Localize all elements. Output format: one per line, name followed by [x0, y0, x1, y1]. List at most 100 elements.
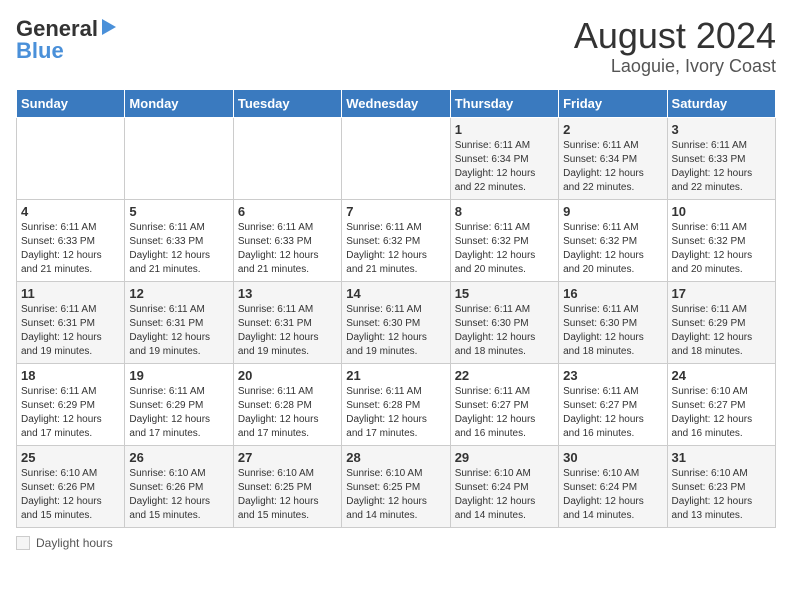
calendar-cell: 24Sunrise: 6:10 AMSunset: 6:27 PMDayligh…: [667, 363, 775, 445]
calendar-cell: 19Sunrise: 6:11 AMSunset: 6:29 PMDayligh…: [125, 363, 233, 445]
day-info: Sunrise: 6:11 AMSunset: 6:33 PMDaylight:…: [21, 221, 120, 277]
calendar-cell: 4 Sunrise: 6:11 AMSunset: 6:33 PMDaylight…: [17, 199, 125, 281]
calendar-cell: [17, 117, 125, 199]
day-info: Sunrise: 6:11 AMSunset: 6:30 PMDaylight:…: [563, 303, 662, 359]
day-info: Sunrise: 6:11 AMSunset: 6:33 PMDaylight:…: [672, 139, 771, 195]
day-number: 1: [455, 122, 554, 137]
calendar-cell: 9Sunrise: 6:11 AMSunset: 6:32 PMDaylight…: [559, 199, 667, 281]
day-number: 31: [672, 450, 771, 465]
calendar-cell: 29 Sunrise: 6:10 AMSunset: 6:24 PMDayligh…: [450, 445, 558, 527]
day-info: Sunrise: 6:11 AMSunset: 6:32 PMDaylight:…: [346, 221, 445, 277]
calendar-week-row: 25 Sunrise: 6:10 AMSunset: 6:26 PMDayligh…: [17, 445, 776, 527]
day-info: Sunrise: 6:11 AMSunset: 6:34 PMDaylight:…: [563, 139, 662, 195]
weekday-header: Sunday: [17, 89, 125, 117]
day-info: Sunrise: 6:10 AMSunset: 6:23 PMDaylight:…: [672, 467, 771, 523]
day-info: Sunrise: 6:11 AMSunset: 6:34 PMDaylight:…: [455, 139, 554, 195]
calendar-cell: 3Sunrise: 6:11 AMSunset: 6:33 PMDaylight…: [667, 117, 775, 199]
day-info: Sunrise: 6:11 AMSunset: 6:27 PMDaylight:…: [563, 385, 662, 441]
day-number: 14: [346, 286, 445, 301]
calendar-cell: 11 Sunrise: 6:11 AMSunset: 6:31 PMDayligh…: [17, 281, 125, 363]
calendar-cell: [342, 117, 450, 199]
title-block: August 2024 Laoguie, Ivory Coast: [574, 16, 776, 77]
day-number: 6: [238, 204, 337, 219]
page-subtitle: Laoguie, Ivory Coast: [574, 56, 776, 77]
day-number: 10: [672, 204, 771, 219]
day-info: Sunrise: 6:11 AMSunset: 6:32 PMDaylight:…: [455, 221, 554, 277]
day-info: Sunrise: 6:10 AMSunset: 6:26 PMDaylight:…: [21, 467, 120, 523]
day-number: 11: [21, 286, 120, 301]
day-info: Sunrise: 6:11 AMSunset: 6:28 PMDaylight:…: [346, 385, 445, 441]
day-number: 21: [346, 368, 445, 383]
day-number: 12: [129, 286, 228, 301]
calendar-cell: [125, 117, 233, 199]
day-info: Sunrise: 6:11 AMSunset: 6:31 PMDaylight:…: [21, 303, 120, 359]
calendar-cell: 27 Sunrise: 6:10 AMSunset: 6:25 PMDayligh…: [233, 445, 341, 527]
calendar-cell: 25 Sunrise: 6:10 AMSunset: 6:26 PMDayligh…: [17, 445, 125, 527]
day-number: 16: [563, 286, 662, 301]
legend-label: Daylight hours: [36, 536, 113, 550]
calendar-week-row: 1 Sunrise: 6:11 AMSunset: 6:34 PMDaylight…: [17, 117, 776, 199]
day-number: 8: [455, 204, 554, 219]
calendar-cell: 5Sunrise: 6:11 AMSunset: 6:33 PMDaylight…: [125, 199, 233, 281]
calendar-week-row: 18 Sunrise: 6:11 AMSunset: 6:29 PMDayligh…: [17, 363, 776, 445]
calendar-week-row: 4 Sunrise: 6:11 AMSunset: 6:33 PMDaylight…: [17, 199, 776, 281]
weekday-header: Tuesday: [233, 89, 341, 117]
footer-note: Daylight hours: [16, 536, 776, 550]
calendar-cell: 31 Sunrise: 6:10 AMSunset: 6:23 PMDayligh…: [667, 445, 775, 527]
day-info: Sunrise: 6:11 AMSunset: 6:33 PMDaylight:…: [129, 221, 228, 277]
day-number: 19: [129, 368, 228, 383]
day-number: 13: [238, 286, 337, 301]
day-info: Sunrise: 6:11 AMSunset: 6:31 PMDaylight:…: [238, 303, 337, 359]
calendar-cell: 14 Sunrise: 6:11 AMSunset: 6:30 PMDayligh…: [342, 281, 450, 363]
day-number: 7: [346, 204, 445, 219]
day-info: Sunrise: 6:11 AMSunset: 6:33 PMDaylight:…: [238, 221, 337, 277]
day-number: 2: [563, 122, 662, 137]
calendar-cell: 16 Sunrise: 6:11 AMSunset: 6:30 PMDayligh…: [559, 281, 667, 363]
day-info: Sunrise: 6:11 AMSunset: 6:29 PMDaylight:…: [21, 385, 120, 441]
calendar-cell: 1 Sunrise: 6:11 AMSunset: 6:34 PMDaylight…: [450, 117, 558, 199]
calendar-table: SundayMondayTuesdayWednesdayThursdayFrid…: [16, 89, 776, 528]
day-info: Sunrise: 6:11 AMSunset: 6:32 PMDaylight:…: [672, 221, 771, 277]
day-info: Sunrise: 6:11 AMSunset: 6:30 PMDaylight:…: [455, 303, 554, 359]
page-title: August 2024: [574, 16, 776, 56]
calendar-cell: 2 Sunrise: 6:11 AMSunset: 6:34 PMDaylight…: [559, 117, 667, 199]
calendar-cell: [233, 117, 341, 199]
day-info: Sunrise: 6:10 AMSunset: 6:25 PMDaylight:…: [238, 467, 337, 523]
legend-swatch: [16, 536, 30, 550]
calendar-cell: 13 Sunrise: 6:11 AMSunset: 6:31 PMDayligh…: [233, 281, 341, 363]
calendar-week-row: 11 Sunrise: 6:11 AMSunset: 6:31 PMDayligh…: [17, 281, 776, 363]
page-header: General Blue August 2024 Laoguie, Ivory …: [16, 16, 776, 77]
day-number: 25: [21, 450, 120, 465]
calendar-cell: 28Sunrise: 6:10 AMSunset: 6:25 PMDayligh…: [342, 445, 450, 527]
day-number: 15: [455, 286, 554, 301]
weekday-header: Wednesday: [342, 89, 450, 117]
day-info: Sunrise: 6:10 AMSunset: 6:24 PMDaylight:…: [455, 467, 554, 523]
calendar-cell: 10 Sunrise: 6:11 AMSunset: 6:32 PMDayligh…: [667, 199, 775, 281]
calendar-header: SundayMondayTuesdayWednesdayThursdayFrid…: [17, 89, 776, 117]
calendar-cell: 20 Sunrise: 6:11 AMSunset: 6:28 PMDayligh…: [233, 363, 341, 445]
calendar-cell: 23 Sunrise: 6:11 AMSunset: 6:27 PMDayligh…: [559, 363, 667, 445]
day-number: 23: [563, 368, 662, 383]
day-info: Sunrise: 6:11 AMSunset: 6:32 PMDaylight:…: [563, 221, 662, 277]
day-info: Sunrise: 6:11 AMSunset: 6:27 PMDaylight:…: [455, 385, 554, 441]
day-number: 24: [672, 368, 771, 383]
day-number: 17: [672, 286, 771, 301]
weekday-header: Monday: [125, 89, 233, 117]
day-info: Sunrise: 6:11 AMSunset: 6:28 PMDaylight:…: [238, 385, 337, 441]
day-info: Sunrise: 6:10 AMSunset: 6:24 PMDaylight:…: [563, 467, 662, 523]
calendar-cell: 6 Sunrise: 6:11 AMSunset: 6:33 PMDaylight…: [233, 199, 341, 281]
day-number: 20: [238, 368, 337, 383]
weekday-header-row: SundayMondayTuesdayWednesdayThursdayFrid…: [17, 89, 776, 117]
day-number: 4: [21, 204, 120, 219]
day-number: 22: [455, 368, 554, 383]
day-number: 18: [21, 368, 120, 383]
logo-blue-text: Blue: [16, 38, 64, 64]
day-number: 27: [238, 450, 337, 465]
day-info: Sunrise: 6:11 AMSunset: 6:30 PMDaylight:…: [346, 303, 445, 359]
day-info: Sunrise: 6:10 AMSunset: 6:26 PMDaylight:…: [129, 467, 228, 523]
calendar-cell: 18 Sunrise: 6:11 AMSunset: 6:29 PMDayligh…: [17, 363, 125, 445]
day-number: 29: [455, 450, 554, 465]
day-number: 30: [563, 450, 662, 465]
weekday-header: Saturday: [667, 89, 775, 117]
day-info: Sunrise: 6:11 AMSunset: 6:31 PMDaylight:…: [129, 303, 228, 359]
